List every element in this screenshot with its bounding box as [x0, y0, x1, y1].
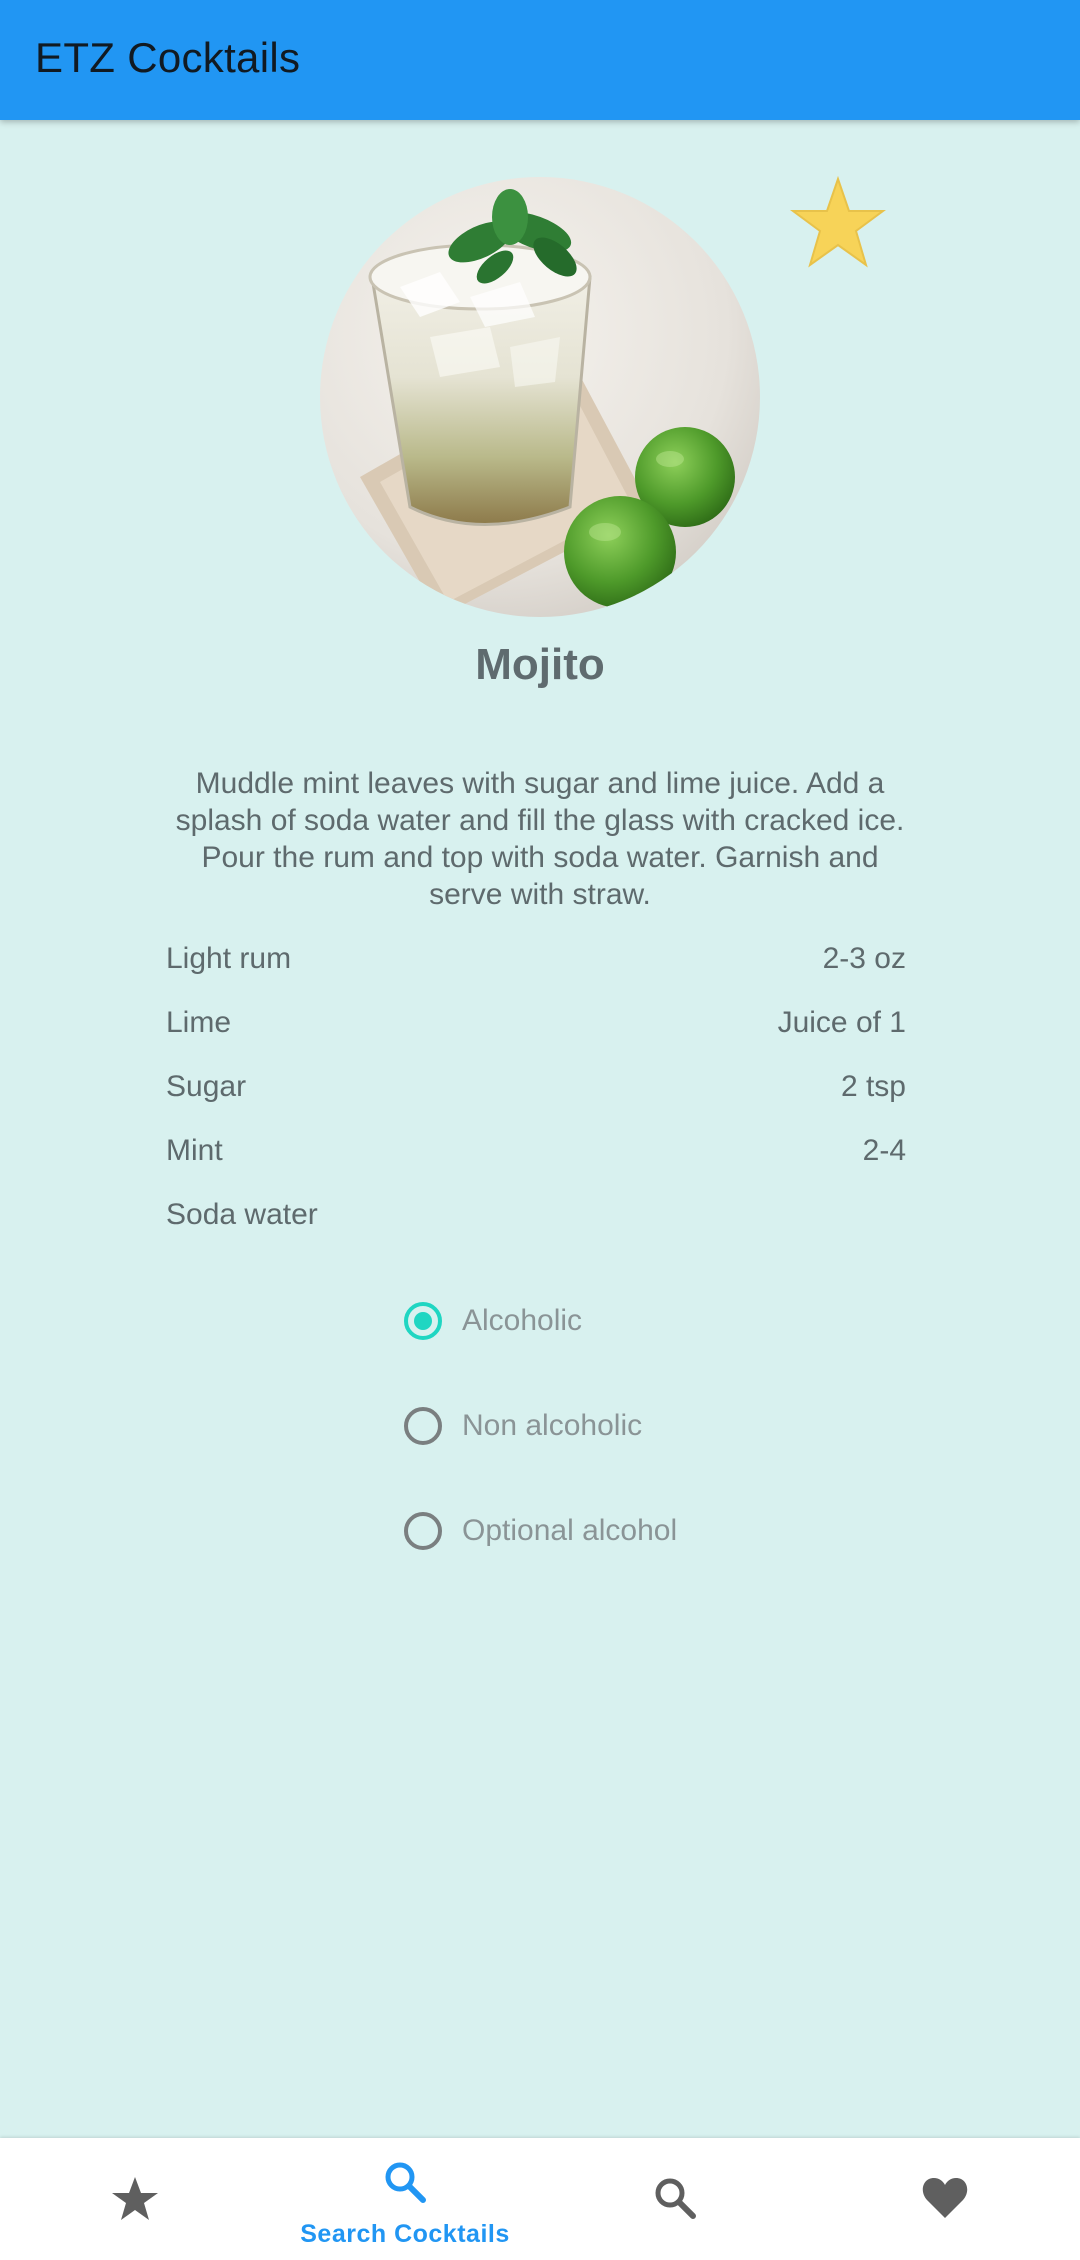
ingredient-name: Lime: [166, 1006, 232, 1039]
ingredient-measure: 2-3 oz: [822, 942, 906, 975]
cocktail-name: Mojito: [475, 640, 605, 689]
app-title: ETZ Cocktails: [35, 34, 301, 81]
ingredient-measure: 2 tsp: [840, 1070, 906, 1103]
radio-non-alcoholic[interactable]: Non alcoholic: [402, 1405, 802, 1455]
cocktail-photo: [320, 177, 760, 617]
ingredient-name: Sugar: [166, 1070, 247, 1103]
ingredient-row: Mint 2-4: [166, 1134, 906, 1174]
nav-item-search-cocktails[interactable]: Search Cocktails: [270, 2138, 540, 2260]
nav-item-liked[interactable]: [810, 2138, 1080, 2260]
heart-icon: [922, 2178, 968, 2218]
search-icon: [655, 2178, 696, 2219]
cocktail-instructions: Muddle mint leaves with sugar and lime j…: [175, 767, 905, 911]
ingredient-measure: 2-4: [862, 1134, 906, 1167]
star-icon: [112, 2177, 158, 2220]
ingredient-name: Mint: [166, 1134, 223, 1167]
ingredient-row: Sugar 2 tsp: [166, 1070, 906, 1110]
ingredient-row: Light rum 2-3 oz: [166, 942, 906, 982]
favorite-star-icon[interactable]: [789, 175, 887, 271]
radio-label: Optional alcohol: [462, 1514, 678, 1547]
app-bar: ETZ Cocktails: [0, 0, 1080, 120]
radio-label: Non alcoholic: [462, 1409, 643, 1442]
ingredient-name: Light rum: [166, 942, 292, 975]
ingredient-row: Soda water: [166, 1198, 906, 1238]
nav-label: Search Cocktails: [300, 2220, 510, 2248]
ingredient-name: Soda water: [166, 1198, 318, 1231]
nav-item-favorites[interactable]: [0, 2138, 270, 2260]
bottom-navigation: Search Cocktails: [0, 2138, 1080, 2260]
ingredient-measure: Juice of 1: [777, 1006, 906, 1039]
radio-button[interactable]: [404, 1407, 442, 1445]
radio-button-selected[interactable]: [404, 1302, 442, 1340]
radio-button[interactable]: [404, 1512, 442, 1550]
radio-label: Alcoholic: [462, 1304, 583, 1337]
nav-item-search[interactable]: [540, 2138, 810, 2260]
ingredient-row: Lime Juice of 1: [166, 1006, 906, 1046]
radio-optional-alcohol[interactable]: Optional alcohol: [402, 1510, 802, 1560]
search-icon: [385, 2162, 426, 2203]
radio-alcoholic[interactable]: Alcoholic: [402, 1300, 802, 1350]
